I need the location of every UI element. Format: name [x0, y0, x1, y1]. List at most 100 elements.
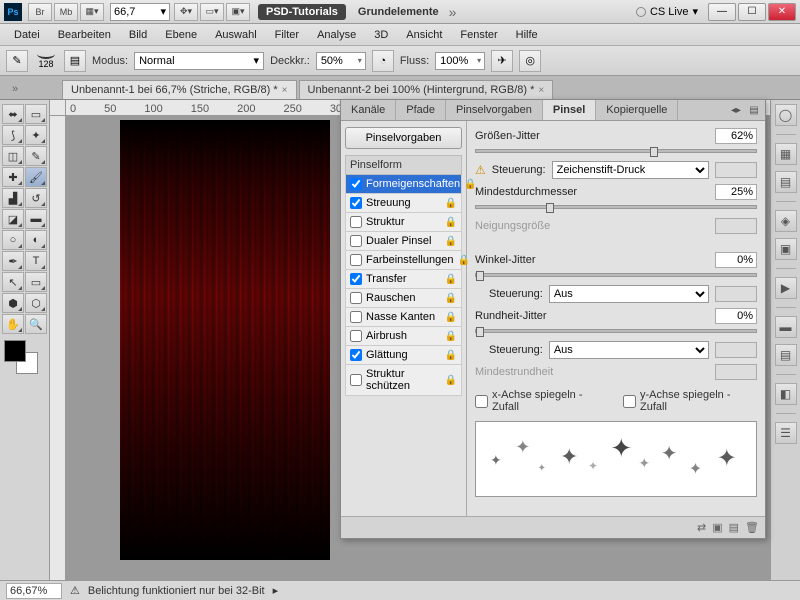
color-panel-icon[interactable]: ◯ [775, 104, 797, 126]
layers-panel-icon[interactable]: ▬ [775, 316, 797, 338]
panel-collapse-icon[interactable]: ◂▸ [729, 103, 743, 117]
chevron-right-icon[interactable]: » [449, 4, 457, 20]
min-diam-slider[interactable] [475, 205, 757, 209]
angle-jitter-slider[interactable] [475, 273, 757, 277]
lock-icon[interactable]: 🔒 [445, 217, 457, 228]
tablet-opacity-icon[interactable]: ◔ [372, 50, 394, 72]
check-dualer[interactable] [350, 235, 362, 247]
channels-panel-icon[interactable]: ▤ [775, 344, 797, 366]
maximize-button[interactable]: ☐ [738, 3, 766, 21]
tablet-size-icon[interactable]: ◎ [519, 50, 541, 72]
save-brush-icon[interactable]: ▤ [729, 521, 739, 534]
path-select-tool[interactable]: ↖ [2, 272, 24, 292]
status-zoom-input[interactable]: 66,67% [6, 583, 62, 599]
brush-panel-toggle[interactable]: ▤ [64, 50, 86, 72]
tab-pinselvorgaben[interactable]: Pinselvorgaben [446, 100, 543, 120]
shape-tool[interactable]: ▭ [25, 272, 47, 292]
menu-analyse[interactable]: Analyse [309, 26, 364, 44]
menu-hilfe[interactable]: Hilfe [508, 26, 546, 44]
menu-ebene[interactable]: Ebene [157, 26, 205, 44]
check-nasse[interactable] [350, 311, 362, 323]
lock-icon[interactable]: 🔒 [445, 274, 457, 285]
round-jitter-input[interactable]: 0% [715, 308, 757, 324]
close-tab-icon[interactable]: × [282, 85, 288, 96]
swatches-panel-icon[interactable]: ▦ [775, 143, 797, 165]
pinselform-header[interactable]: Pinselform [345, 155, 462, 175]
minimize-button[interactable]: — [708, 3, 736, 21]
tab-kanaele[interactable]: Kanäle [341, 100, 396, 120]
masks-panel-icon[interactable]: ▣ [775, 238, 797, 260]
workspace-grundelemente[interactable]: Grundelemente [358, 6, 439, 18]
opacity-input[interactable]: 50% [316, 52, 366, 70]
arrange-button[interactable]: ▭▾ [200, 3, 224, 21]
check-struktur2[interactable] [350, 374, 362, 386]
menu-auswahl[interactable]: Auswahl [207, 26, 265, 44]
round-jitter-slider[interactable] [475, 329, 757, 333]
opt-streuung[interactable]: Streuung🔒 [345, 194, 462, 213]
opt-glaettung[interactable]: Glättung🔒 [345, 346, 462, 365]
check-rauschen[interactable] [350, 292, 362, 304]
opt-dualer-pinsel[interactable]: Dualer Pinsel🔒 [345, 232, 462, 251]
workspace-psd-tutorials[interactable]: PSD-Tutorials [258, 4, 346, 20]
opt-struktur-schuetzen[interactable]: Struktur schützen🔒 [345, 365, 462, 396]
check-streuung[interactable] [350, 197, 362, 209]
modus-select[interactable]: Normal▾ [134, 52, 264, 70]
lock-icon[interactable]: 🔒 [445, 236, 457, 247]
opt-rauschen[interactable]: Rauschen🔒 [345, 289, 462, 308]
close-tab-icon[interactable]: × [538, 85, 544, 96]
menu-bearbeiten[interactable]: Bearbeiten [50, 26, 119, 44]
menu-ansicht[interactable]: Ansicht [398, 26, 450, 44]
styles-panel-icon[interactable]: ▤ [775, 171, 797, 193]
lock-icon[interactable]: 🔒 [445, 198, 457, 209]
document-canvas[interactable] [120, 120, 330, 560]
history-brush-tool[interactable]: ↺ [25, 188, 47, 208]
trash-icon[interactable]: 🗑 [745, 521, 759, 534]
hand-button[interactable]: ✥▾ [174, 3, 198, 21]
close-button[interactable]: ✕ [768, 3, 796, 21]
eraser-tool[interactable]: ◪ [2, 209, 24, 229]
opt-transfer[interactable]: Transfer🔒 [345, 270, 462, 289]
pen-tool[interactable]: ✒ [2, 251, 24, 271]
angle-jitter-input[interactable]: 0% [715, 252, 757, 268]
crop-tool[interactable]: ◫ [2, 146, 24, 166]
hand-tool[interactable]: ✋ [2, 314, 24, 334]
menu-filter[interactable]: Filter [267, 26, 307, 44]
lock-icon[interactable]: 🔒 [445, 375, 457, 386]
dodge-tool[interactable]: ◐ [25, 230, 47, 250]
lock-icon[interactable]: 🔒 [464, 179, 476, 190]
flip-y-check[interactable]: y-Achse spiegeln - Zufall [623, 389, 757, 413]
menu-3d[interactable]: 3D [366, 26, 396, 44]
panel-menu-icon[interactable]: ▤ [747, 103, 761, 117]
check-airbrush[interactable] [350, 330, 362, 342]
status-chevron-icon[interactable]: ▸ [273, 584, 279, 597]
opt-airbrush[interactable]: Airbrush🔒 [345, 327, 462, 346]
foreground-color-swatch[interactable] [4, 340, 26, 362]
pinselvorgaben-button[interactable]: Pinselvorgaben [345, 127, 462, 149]
gradient-tool[interactable]: ▬ [25, 209, 47, 229]
play-panel-icon[interactable]: ▶ [775, 277, 797, 299]
color-swatches[interactable] [2, 340, 38, 376]
marquee-tool[interactable]: ▭ [25, 104, 47, 124]
adjustments-panel-icon[interactable]: ◈ [775, 210, 797, 232]
3d-tool[interactable]: ⬢ [2, 293, 24, 313]
lock-icon[interactable]: 🔒 [445, 331, 457, 342]
lock-icon[interactable]: 🔒 [445, 312, 457, 323]
flow-input[interactable]: 100% [435, 52, 485, 70]
steuerung2-select[interactable]: Aus [549, 285, 709, 303]
blur-tool[interactable]: ○ [2, 230, 24, 250]
lock-icon[interactable]: 🔒 [445, 350, 457, 361]
check-farb[interactable] [350, 254, 362, 266]
bridge-button[interactable]: Br [28, 3, 52, 21]
stamp-tool[interactable]: ▟ [2, 188, 24, 208]
screenmode-button[interactable]: ▣▾ [226, 3, 250, 21]
heal-tool[interactable]: ✚ [2, 167, 24, 187]
steuerung1-select[interactable]: Zeichenstift-Druck [552, 161, 709, 179]
min-diam-input[interactable]: 25% [715, 184, 757, 200]
tab-kopierquelle[interactable]: Kopierquelle [596, 100, 678, 120]
opt-farbeinstellungen[interactable]: Farbeinstellungen🔒 [345, 251, 462, 270]
lock-icon[interactable]: 🔒 [457, 255, 469, 266]
size-jitter-slider[interactable] [475, 149, 757, 153]
steuerung3-select[interactable]: Aus [549, 341, 709, 359]
view-extras-button[interactable]: ▦▾ [80, 3, 104, 21]
check-formeigenschaften[interactable] [350, 178, 362, 190]
